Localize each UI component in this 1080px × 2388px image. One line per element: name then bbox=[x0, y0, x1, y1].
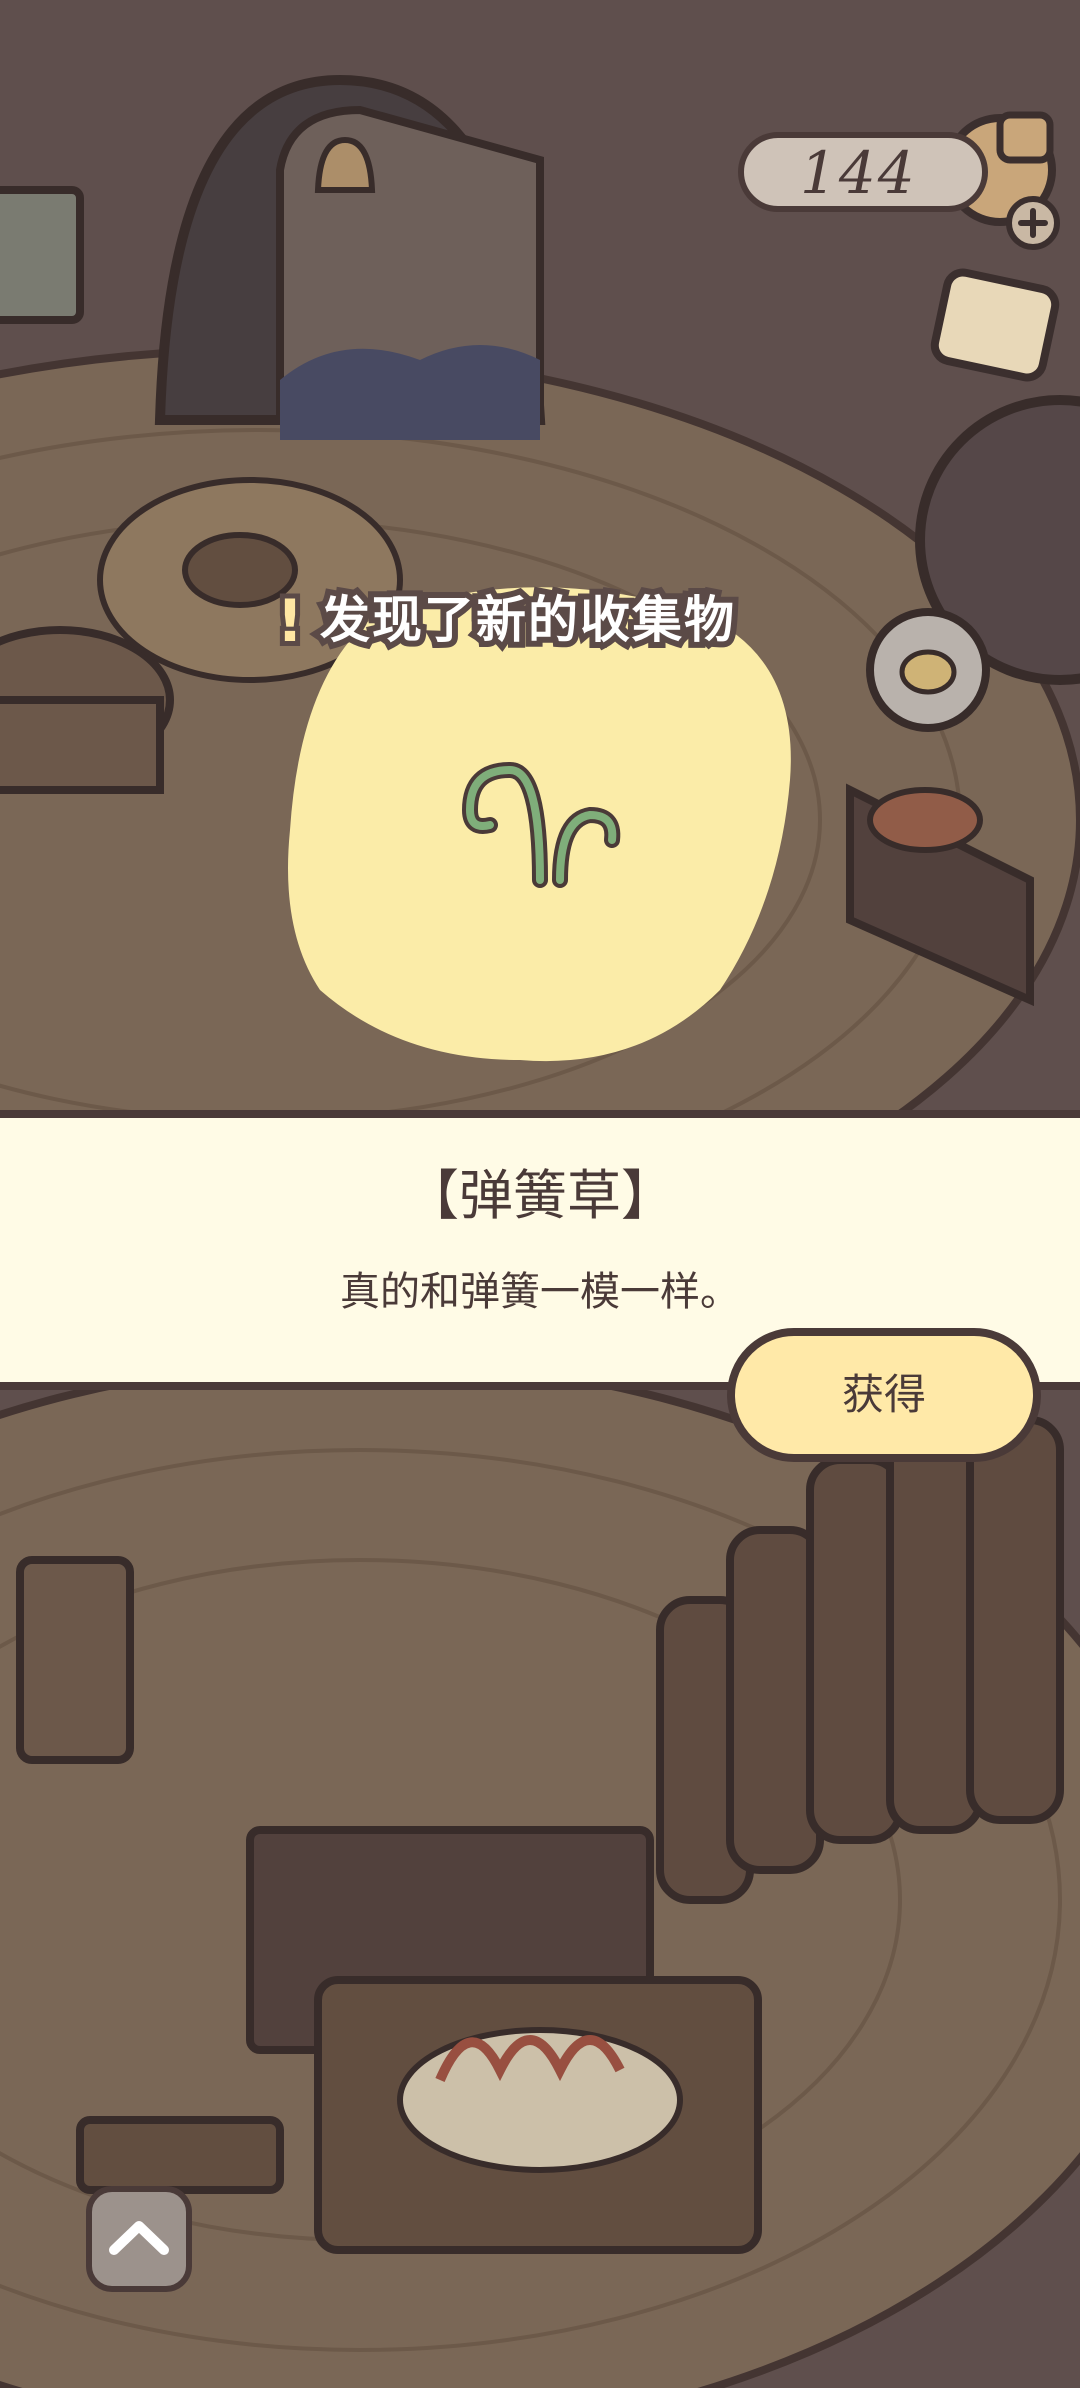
chevron-up-icon bbox=[109, 2221, 169, 2255]
coffee-cup-icon[interactable] bbox=[930, 268, 1060, 382]
plus-icon[interactable] bbox=[1003, 193, 1063, 253]
item-description: 真的和弹簧一模一样。 bbox=[340, 1269, 740, 1315]
expand-up-button[interactable] bbox=[86, 2186, 192, 2292]
item-name: 【弹簧草】 bbox=[405, 1164, 675, 1227]
currency-value: 144 bbox=[800, 139, 917, 207]
obtain-button-label[interactable]: 获得 bbox=[727, 1328, 1041, 1462]
exclamation-icon: ! bbox=[272, 582, 308, 660]
discover-heading: 发现了新的收集物 bbox=[314, 585, 740, 655]
